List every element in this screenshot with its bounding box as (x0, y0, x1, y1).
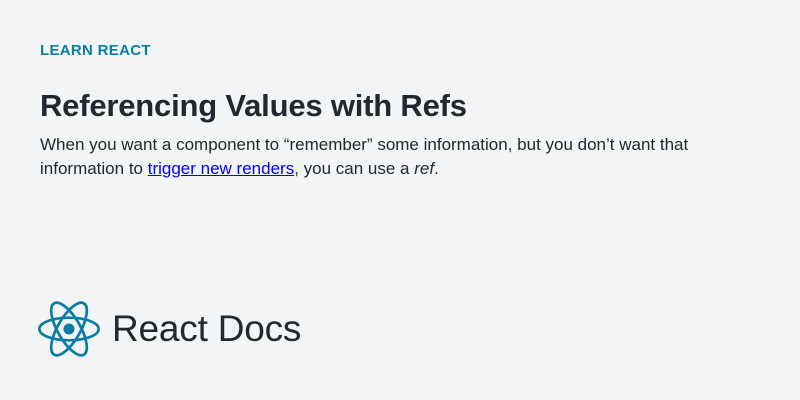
ref-emphasis: ref (414, 159, 435, 178)
trigger-new-renders-link[interactable]: trigger new renders (148, 159, 294, 178)
section-eyebrow: LEARN REACT (40, 42, 151, 59)
description-text-middle: , you can use a (294, 159, 415, 178)
brand-lockup: React Docs (38, 299, 301, 359)
brand-name: React Docs (112, 308, 302, 349)
page-title: Referencing Values with Refs (40, 88, 467, 123)
react-logo-icon (38, 301, 100, 357)
page-description: When you want a component to “remember” … (40, 133, 770, 181)
description-text-end: . (434, 159, 439, 178)
